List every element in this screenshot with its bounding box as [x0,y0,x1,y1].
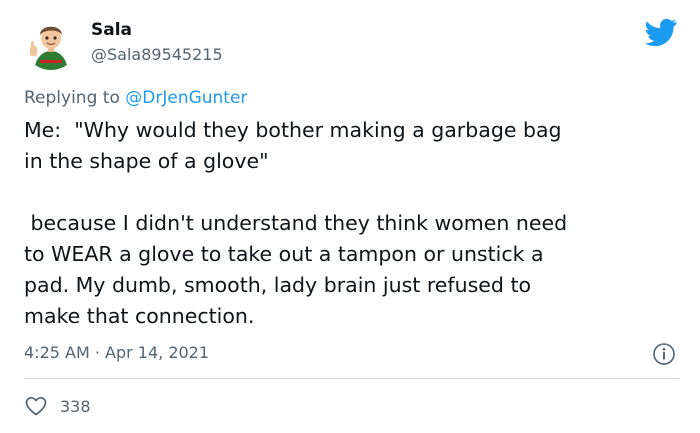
replying-to-line: Replying to @DrJenGunter [24,88,247,108]
like-count: 338 [60,396,91,416]
like-button[interactable]: 338 [24,393,91,419]
avatar[interactable] [24,16,78,70]
tweet-text: Me: "Why would they bother making a garb… [24,118,568,328]
divider [24,378,679,379]
display-name[interactable]: Sala [91,20,132,40]
user-handle[interactable]: @Sala89545215 [91,45,223,64]
replying-to-label: Replying to [24,88,126,108]
mention-link[interactable]: @DrJenGunter [125,88,247,108]
tweet-timestamp[interactable]: 4:25 AM · Apr 14, 2021 [24,343,209,362]
avatar-cartoon-icon [24,16,78,70]
twitter-bird-icon[interactable] [645,18,677,46]
info-icon[interactable] [652,342,676,366]
heart-icon[interactable] [24,394,48,418]
